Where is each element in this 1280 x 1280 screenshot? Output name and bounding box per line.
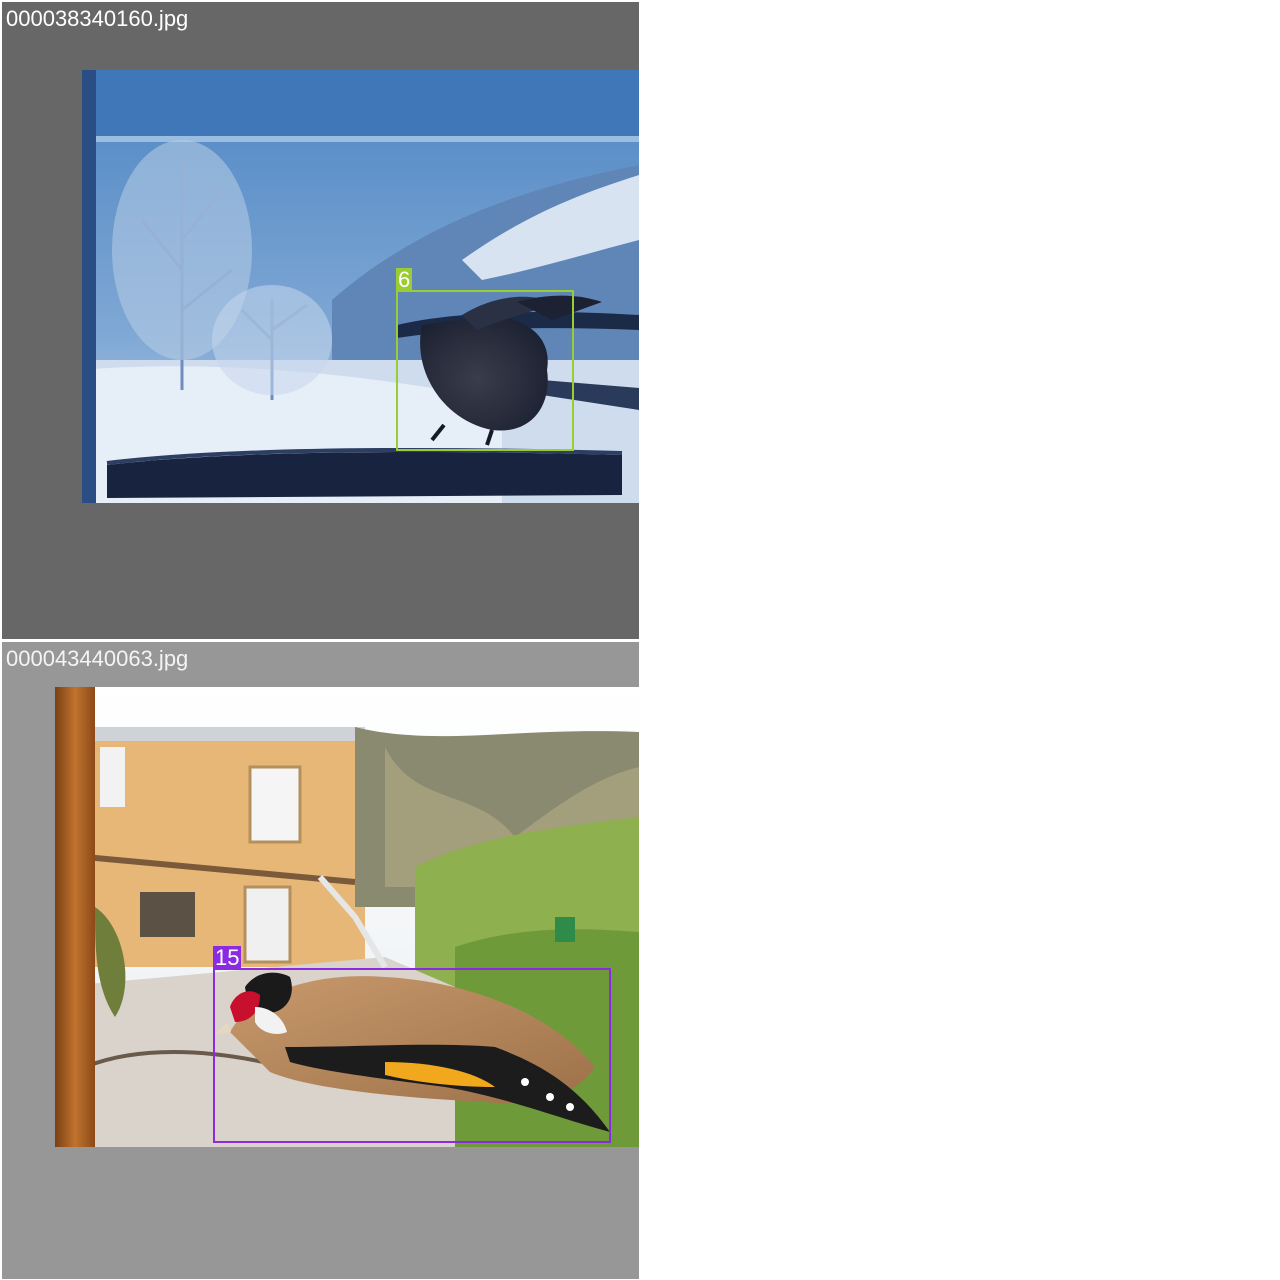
detection-box [396, 290, 574, 451]
filename-label: 000043440063.jpg [6, 646, 189, 671]
image-tile: 000038340160.jpg 6 [2, 2, 639, 639]
detection-box [213, 968, 611, 1143]
detection-class-label: 6 [396, 267, 413, 292]
filename-label: 000038340160.jpg [6, 6, 189, 31]
image-tile: 000043440063.jpg 15 [2, 642, 639, 1279]
detection-class-label: 15 [213, 945, 242, 970]
